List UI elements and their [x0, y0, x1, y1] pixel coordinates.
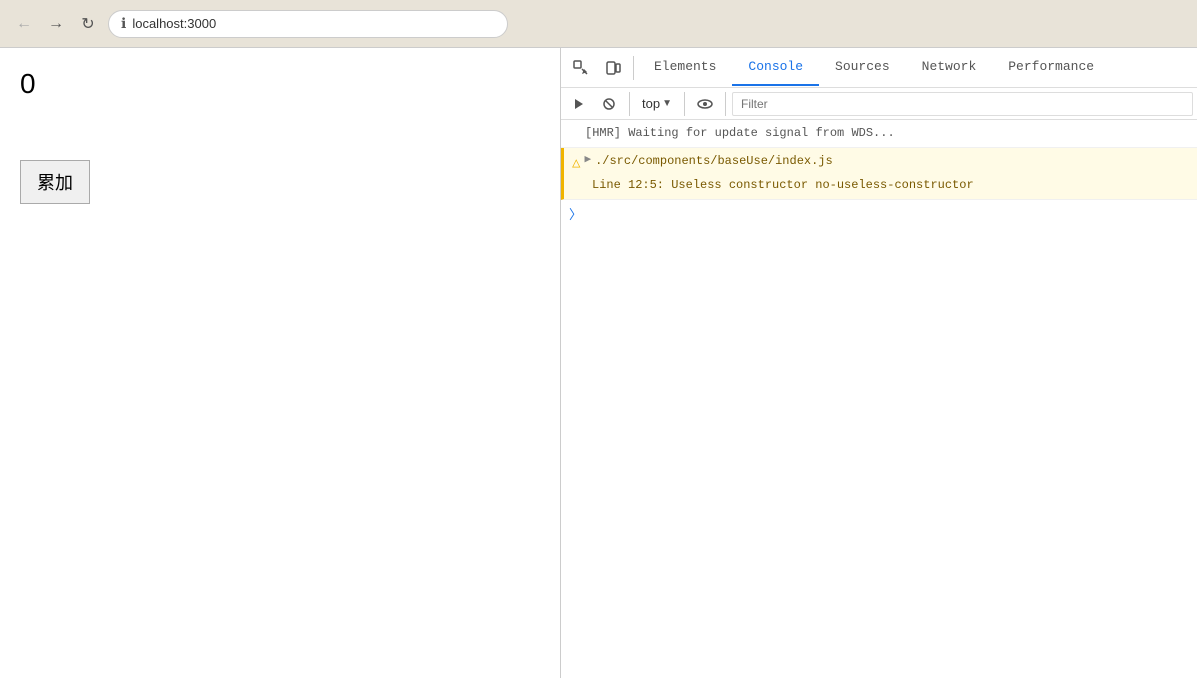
browser-chrome: ← → ↻ ℹ localhost:3000	[0, 0, 1197, 48]
console-output: [HMR] Waiting for update signal from WDS…	[561, 120, 1197, 678]
counter-display: 0	[20, 68, 540, 100]
live-expressions-button[interactable]	[691, 92, 719, 116]
prompt-chevron[interactable]: 〉	[569, 204, 582, 223]
context-selector[interactable]: top ▼	[636, 92, 678, 116]
run-script-button[interactable]	[565, 92, 593, 116]
main-layout: 0 累加 Elements	[0, 48, 1197, 678]
tab-sources[interactable]: Sources	[819, 50, 906, 86]
forward-button[interactable]: →	[44, 12, 68, 36]
tab-elements[interactable]: Elements	[638, 50, 732, 86]
back-button[interactable]: ←	[12, 12, 36, 36]
context-separator	[684, 92, 685, 116]
clear-console-button[interactable]	[595, 92, 623, 116]
filter-separator	[725, 92, 726, 116]
url-text: localhost:3000	[132, 16, 216, 31]
devtools-panel: Elements Console Sources Network Perform…	[560, 48, 1197, 678]
warning-expand-arrow[interactable]: ▶	[584, 152, 591, 170]
page-content: 0 累加	[0, 48, 560, 678]
warning-file-path: ./src/components/baseUse/index.js	[595, 152, 833, 171]
console-message-warning: △ ▶ ./src/components/baseUse/index.js Li…	[561, 148, 1197, 200]
devtools-top-toolbar: Elements Console Sources Network Perform…	[561, 48, 1197, 88]
address-bar[interactable]: ℹ localhost:3000	[108, 10, 508, 38]
device-toolbar-button[interactable]	[597, 52, 629, 84]
accumulate-button[interactable]: 累加	[20, 160, 90, 204]
warning-detail: Line 12:5: Useless constructor no-useles…	[572, 176, 1189, 195]
filter-input[interactable]	[732, 92, 1193, 116]
console-message-hmr: [HMR] Waiting for update signal from WDS…	[561, 120, 1197, 148]
console-prompt: 〉	[561, 200, 1197, 227]
inspect-element-button[interactable]	[565, 52, 597, 84]
reload-button[interactable]: ↻	[76, 12, 100, 36]
devtools-secondary-toolbar: top ▼	[561, 88, 1197, 120]
secondary-separator	[629, 92, 630, 116]
tab-performance[interactable]: Performance	[992, 50, 1110, 86]
toolbar-separator	[633, 56, 634, 80]
info-icon: ℹ	[121, 15, 126, 32]
warning-triangle-icon: △	[572, 153, 580, 175]
warning-header: △ ▶ ./src/components/baseUse/index.js	[572, 152, 1189, 175]
tab-network[interactable]: Network	[906, 50, 993, 86]
tab-console[interactable]: Console	[732, 50, 819, 86]
context-dropdown-icon: ▼	[662, 98, 672, 109]
context-label: top	[642, 96, 660, 111]
hmr-text: [HMR] Waiting for update signal from WDS…	[585, 126, 895, 140]
